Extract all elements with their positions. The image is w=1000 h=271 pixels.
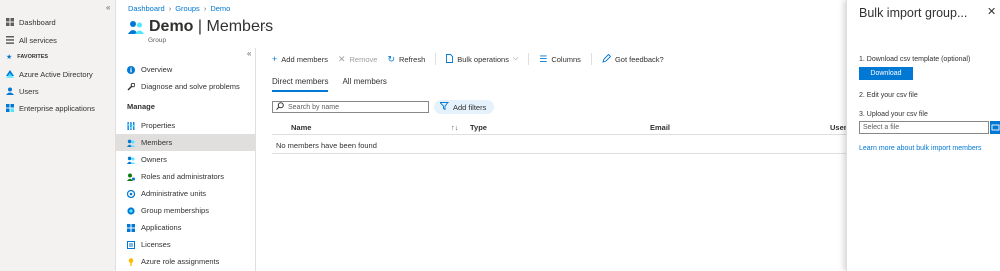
- group-memberships-icon: [127, 206, 135, 215]
- roles-icon: [127, 173, 135, 181]
- portal-nav-azure-ad[interactable]: Azure Active Directory: [6, 67, 93, 81]
- close-icon[interactable]: ✕: [987, 5, 996, 18]
- star-icon: ★: [6, 54, 13, 61]
- portal-nav-label: Users: [19, 86, 39, 96]
- menu-item-diagnose[interactable]: Diagnose and solve problems: [116, 78, 256, 95]
- tab-all-members[interactable]: All members: [342, 77, 386, 92]
- columns-button[interactable]: ☰ Columns: [539, 53, 581, 64]
- remove-button[interactable]: ✕ Remove: [337, 53, 377, 64]
- plus-icon: +: [272, 53, 278, 64]
- page-header: Demo | Members: [128, 18, 273, 36]
- menu-item-azure-role-assignments[interactable]: Azure role assignments: [116, 253, 256, 270]
- portal-nav-enterprise-apps[interactable]: Enterprise applications: [6, 101, 95, 115]
- group-icon: [128, 20, 144, 34]
- file-upload-input[interactable]: Select a file: [859, 121, 989, 134]
- add-filters-button[interactable]: Add filters: [434, 100, 495, 114]
- chevron-down-icon: ⌵: [512, 55, 519, 62]
- collapse-sidebar-icon[interactable]: «: [106, 3, 110, 12]
- menu-item-overview[interactable]: Overview: [116, 61, 256, 78]
- refresh-icon: ↻: [387, 53, 395, 64]
- portal-nav-all-services[interactable]: All services: [6, 33, 57, 47]
- feedback-button[interactable]: Got feedback?: [602, 53, 664, 65]
- download-button[interactable]: Download: [859, 67, 913, 80]
- breadcrumb-dashboard[interactable]: Dashboard: [128, 4, 165, 13]
- menu-item-roles[interactable]: Roles and administrators: [116, 168, 256, 185]
- menu-section-manage: Manage: [127, 102, 155, 111]
- command-bar: + Add members ✕ Remove ↻ Refresh Bulk op…: [272, 52, 674, 66]
- table-empty-row: No members have been found: [272, 136, 852, 154]
- tab-direct-members[interactable]: Direct members: [272, 77, 329, 92]
- portal-sidebar: « Dashboard All services ★ FAVORITES Azu…: [0, 0, 116, 271]
- portal-nav-users[interactable]: Users: [6, 84, 39, 98]
- menu-item-members[interactable]: Members: [116, 134, 256, 151]
- portal-nav-dashboard[interactable]: Dashboard: [6, 15, 56, 29]
- menu-item-applications[interactable]: Applications: [116, 219, 256, 236]
- key-icon: [127, 257, 135, 266]
- menu-item-group-memberships[interactable]: Group memberships: [116, 202, 256, 219]
- apps-grid-icon: [6, 104, 14, 112]
- menu-item-properties[interactable]: Properties: [116, 117, 256, 134]
- menu-item-admin-units[interactable]: Administrative units: [116, 185, 256, 202]
- members-tabs: Direct members All members: [272, 77, 387, 92]
- step-upload-label: 3. Upload your csv file: [859, 111, 928, 118]
- learn-more-link[interactable]: Learn more about bulk import members: [859, 145, 982, 152]
- page-title: Demo | Members: [149, 18, 274, 35]
- users-icon: [6, 87, 14, 95]
- sort-icon[interactable]: ↑↓: [451, 123, 459, 132]
- breadcrumb: Dashboard › Groups › Demo: [128, 4, 230, 13]
- column-header-type[interactable]: Type: [470, 123, 487, 132]
- column-header-email[interactable]: Email: [650, 123, 670, 132]
- columns-icon: ☰: [539, 53, 548, 64]
- add-members-button[interactable]: + Add members: [272, 53, 328, 64]
- collapse-menu-icon[interactable]: «: [247, 49, 251, 58]
- breadcrumb-groups[interactable]: Groups: [175, 4, 200, 13]
- bulk-operations-button[interactable]: Bulk operations ⌵: [446, 53, 519, 65]
- wrench-icon: [127, 82, 136, 91]
- document-icon: [446, 53, 454, 65]
- toolbar-divider: [590, 53, 592, 65]
- menu-item-owners[interactable]: Owners: [116, 151, 256, 168]
- info-icon: [127, 65, 135, 74]
- azure-ad-icon: [6, 70, 14, 78]
- close-icon: ✕: [337, 53, 346, 64]
- panel-title: Bulk import group...: [859, 6, 968, 20]
- chevron-right-icon: ›: [203, 4, 207, 13]
- members-icon: [127, 139, 135, 147]
- properties-icon: [127, 121, 135, 130]
- portal-nav-label: All services: [19, 35, 57, 45]
- feedback-icon: [602, 53, 612, 65]
- licenses-icon: [127, 240, 135, 249]
- list-icon: [6, 36, 14, 44]
- favorites-heading: ★ FAVORITES: [6, 54, 49, 61]
- folder-icon: [991, 124, 1000, 131]
- portal-nav-label: Enterprise applications: [19, 103, 95, 113]
- refresh-button[interactable]: ↻ Refresh: [387, 53, 425, 64]
- applications-icon: [127, 223, 135, 232]
- portal-nav-label: Dashboard: [19, 17, 56, 27]
- resource-menu: « Overview Diagnose and solve problems M…: [116, 48, 256, 271]
- menu-item-licenses[interactable]: Licenses: [116, 236, 256, 253]
- toolbar-divider: [528, 53, 530, 65]
- column-header-name[interactable]: Name: [291, 123, 311, 132]
- search-icon: [276, 102, 284, 112]
- admin-units-icon: [126, 189, 136, 198]
- browse-file-button[interactable]: [990, 121, 1000, 134]
- breadcrumb-demo[interactable]: Demo: [210, 4, 230, 13]
- filter-icon: [438, 102, 449, 112]
- dashboard-icon: [6, 18, 14, 26]
- toolbar-divider: [435, 53, 437, 65]
- more-options-icon[interactable]: ...: [258, 20, 266, 31]
- bulk-import-panel: Bulk import group... ✕ 1. Download csv t…: [846, 0, 1000, 271]
- search-placeholder: Search by name: [288, 103, 339, 111]
- portal-nav-label: Azure Active Directory: [19, 69, 93, 79]
- owners-icon: [127, 156, 135, 164]
- search-input[interactable]: Search by name: [272, 101, 429, 113]
- step-edit-label: 2. Edit your csv file: [859, 92, 918, 99]
- table-header: Name ↑↓ Type Email User t: [272, 119, 852, 135]
- page-subtitle: Group: [148, 37, 167, 44]
- chevron-right-icon: ›: [168, 4, 172, 13]
- step-download-label: 1. Download csv template (optional): [859, 56, 971, 63]
